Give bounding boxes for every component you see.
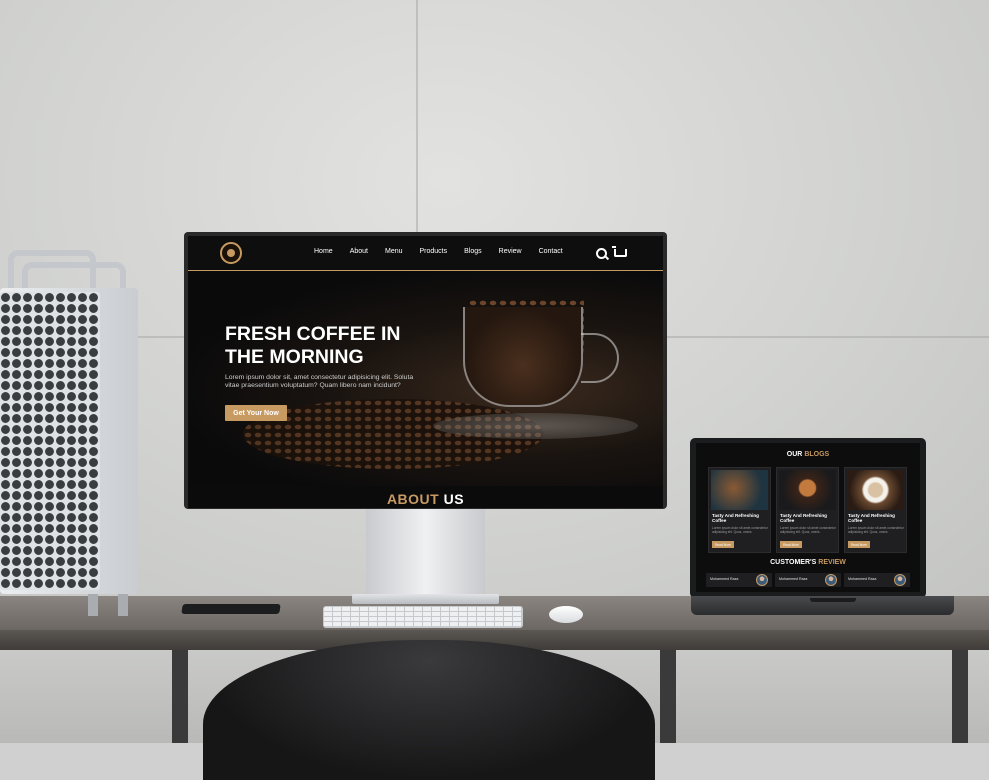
blog-card-title: Tasty And Refreshing Coffee [712,513,759,524]
mouse [549,606,583,623]
keyboard [323,606,523,628]
nav-item-menu[interactable]: Menu [385,248,403,255]
avatar [825,574,837,586]
nav-item-review[interactable]: Review [499,248,522,255]
desk-leg-left [172,650,188,743]
blog-image [779,470,836,510]
blog-card: Tasty And Refreshing Coffee Lorem ipsum … [776,467,839,553]
glass-cup [463,307,583,407]
nav-item-about[interactable]: About [350,248,368,255]
reviewer-name: Mohammed Raza [710,577,739,581]
reviewer-name: Mohammed Raza [779,577,808,581]
tower-foot [88,594,98,616]
cup-handle [581,333,619,383]
hero-title: FRESH COFFEE IN THE MORNING [225,323,425,369]
desk-leg-right [952,650,968,743]
tower-grille [0,292,100,590]
reviewer-name: Mohammed Raza [848,577,877,581]
blog-card-text: Lorem ipsum dolor sit amet consectetur a… [848,526,904,534]
blog-image [711,470,768,510]
review-heading: CUSTOMER'S REVIEW [696,559,920,566]
review-heading-white: CUSTOMER'S [770,559,817,566]
review-card: Mohammed Raza [706,573,772,587]
monitor-stand-base [352,594,499,604]
smartphone [181,604,281,614]
nav-item-products[interactable]: Products [420,248,448,255]
site-navbar: Home About Menu Products Blogs Review Co… [188,236,663,271]
get-your-now-button[interactable]: Get Your Now [225,405,287,421]
blog-card-text: Lorem ipsum dolor sit amet consectetur a… [712,526,768,534]
avatar [894,574,906,586]
nav-menu: Home About Menu Products Blogs Review Co… [314,248,563,255]
read-more-button[interactable]: Read More [780,541,802,548]
monitor-screen: Home About Menu Products Blogs Review Co… [188,236,663,508]
cart-icon[interactable] [612,246,627,257]
laptop-notch [810,598,856,602]
avatar [756,574,768,586]
blog-card-title: Tasty And Refreshing Coffee [848,513,895,524]
blog-card-title: Tasty And Refreshing Coffee [780,513,827,524]
hero-section: FRESH COFFEE IN THE MORNING Lorem ipsum … [188,271,663,486]
blog-card: Tasty And Refreshing Coffee Lorem ipsum … [844,467,907,553]
coffee-logo-icon[interactable] [220,242,242,264]
about-heading: ABOUT US [188,491,663,507]
nav-item-blogs[interactable]: Blogs [464,248,482,255]
about-heading-accent: ABOUT [386,491,440,507]
about-heading-rest: US [443,491,465,507]
logo-mark [227,249,235,257]
monitor-stand [366,508,485,600]
blogs-heading-white: OUR [786,451,803,458]
review-heading-gold: REVIEW [818,559,846,566]
blog-card: Tasty And Refreshing Coffee Lorem ipsum … [708,467,771,553]
search-icon[interactable] [596,248,607,259]
read-more-button[interactable]: Read More [712,541,734,548]
blogs-heading: OUR BLOGS [696,451,920,458]
desk-leg-middle [660,650,676,743]
read-more-button[interactable]: Read More [848,541,870,548]
review-card: Mohammed Raza [775,573,841,587]
blog-card-text: Lorem ipsum dolor sit amet consectetur a… [780,526,836,534]
nav-item-home[interactable]: Home [314,248,333,255]
hero-description: Lorem ipsum dolor sit, amet consectetur … [225,374,414,389]
nav-item-contact[interactable]: Contact [539,248,563,255]
laptop-screen: OUR BLOGS Tasty And Refreshing Coffee Lo… [696,443,920,592]
review-card: Mohammed Raza [844,573,910,587]
tower-foot [118,594,128,616]
hero-title-line1: FRESH COFFEE IN [225,323,401,345]
glass-saucer [433,413,638,439]
blogs-heading-gold: BLOGS [804,451,830,458]
hero-title-line2: THE MORNING [225,346,364,368]
blog-image [847,470,904,510]
